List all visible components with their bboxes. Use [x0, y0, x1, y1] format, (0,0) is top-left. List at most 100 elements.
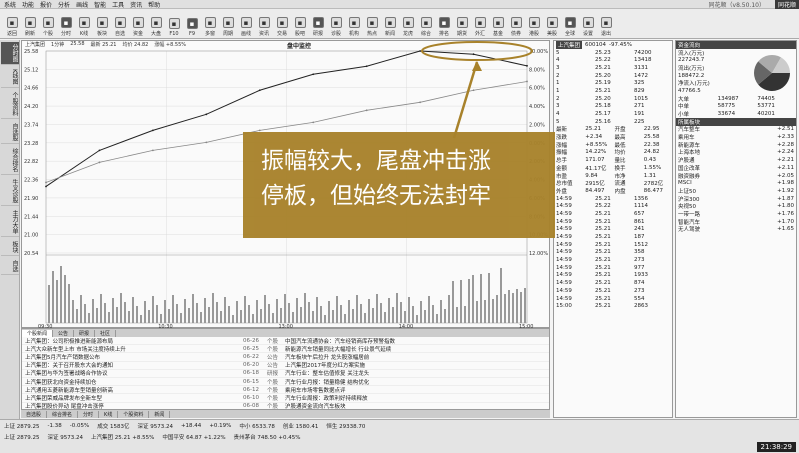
left-tab[interactable]: 主力大单 — [1, 208, 19, 237]
menu-item[interactable]: 帮助 — [148, 0, 160, 9]
toolbar-button[interactable]: ▪ 全球 — [562, 11, 578, 37]
industry-row[interactable]: 沪股通 +2.21 — [676, 156, 796, 164]
industry-row[interactable]: 乘用车 +2.33 — [676, 133, 796, 141]
toolbar-button[interactable]: ▪ 股吧 — [292, 11, 308, 37]
toolbar-button[interactable]: ▪ 期货 — [454, 11, 470, 37]
toolbar-button[interactable]: ▪ 外汇 — [472, 11, 488, 37]
toolbar-button[interactable]: ▪ 刷新 — [22, 11, 38, 37]
menu-item[interactable]: 报价 — [40, 0, 52, 9]
bottom-tab[interactable]: 新闻 — [149, 410, 171, 418]
industry-row[interactable]: 新能源车 +2.28 — [676, 141, 796, 149]
left-tab[interactable]: K线图 — [1, 67, 19, 88]
flow-cell: 33674 — [717, 111, 736, 118]
left-tab[interactable]: 综合排名 — [1, 146, 19, 175]
toolbar-button[interactable]: ▪ 分时 — [58, 11, 74, 37]
industry-row[interactable]: 上海本地 +2.24 — [676, 149, 796, 156]
industry-row[interactable]: 无人驾驶 +1.65 — [676, 226, 796, 233]
news-s: 公告 — [267, 354, 279, 361]
industry-row[interactable]: 沪深300 +1.87 — [676, 195, 796, 203]
toolbar-button[interactable]: ▪ 画线 — [238, 11, 254, 37]
toolbar-label: 个股 — [42, 30, 53, 37]
bottom-tab[interactable]: 分时 — [78, 410, 100, 418]
bottom-tab[interactable]: K线 — [99, 410, 119, 418]
series-point — [258, 129, 261, 132]
menu-bar: 系统 功能 报价 分析 画线 智能 工具 资讯 帮助 同花顺（v8.50.10）… — [0, 0, 799, 9]
tick-row-cell: 241 — [634, 226, 645, 233]
left-tab[interactable]: 分时图 — [1, 42, 19, 65]
toolbar-button[interactable]: ▪ 新闻 — [382, 11, 398, 37]
toolbar-button[interactable]: ▪ 债券 — [508, 11, 524, 37]
industry-row[interactable]: 智能汽车 +1.70 — [676, 218, 796, 226]
status-bar: 上证 2879.25 -1.38 -0.05% 成交 1583亿 深证 9573.24 +… — [0, 419, 799, 453]
toolbar-button[interactable]: ▪ 排名 — [436, 11, 452, 37]
toolbar-button[interactable]: ▪ 热点 — [364, 11, 380, 37]
news-tab[interactable]: 研报 — [74, 329, 96, 337]
left-tab[interactable]: 自选股 — [1, 121, 19, 144]
volume-bar — [164, 300, 166, 323]
news-tab[interactable]: 公告 — [53, 329, 75, 337]
toolbar-button[interactable]: ▪ 多窗 — [202, 11, 218, 37]
stat-row-cell: +2.34 — [585, 134, 603, 141]
bottom-tab[interactable]: 综合排名 — [47, 410, 79, 418]
toolbar-button[interactable]: ▪ 大盘 — [148, 11, 164, 37]
toolbar-button[interactable]: ▪ 交易 — [274, 11, 290, 37]
toolbar-button[interactable]: ▪ 自选 — [112, 11, 128, 37]
industry-row[interactable]: 汽车整车 +2.51 — [676, 126, 796, 133]
menu-item[interactable]: 功能 — [22, 0, 34, 9]
bottom-tab[interactable]: 个股资料 — [118, 410, 150, 418]
left-tab[interactable]: 自选 — [1, 258, 19, 275]
toolbar-button[interactable]: ▪ 港股 — [526, 11, 542, 37]
toolbar-button[interactable]: ▪ 设置 — [580, 11, 596, 37]
menu-item[interactable]: 系统 — [4, 0, 16, 9]
toolbar-button[interactable]: ▪ F10 — [166, 11, 182, 37]
toolbar-button[interactable]: ▪ 个股 — [40, 11, 56, 37]
toolbar-button[interactable]: ▪ 返回 — [4, 11, 20, 37]
toolbar-button[interactable]: ▪ K线 — [76, 11, 92, 37]
industry-row[interactable]: 国企改革 +2.11 — [676, 164, 796, 172]
industry-row[interactable]: 一带一路 +1.76 — [676, 210, 796, 218]
toolbar-button[interactable]: ▪ 资金 — [130, 11, 146, 37]
toolbar-button[interactable]: ▪ 机构 — [346, 11, 362, 37]
toolbar-icon: ▪ — [6, 16, 18, 28]
news-tab[interactable]: 个股新闻 — [22, 329, 54, 337]
bottom-tab[interactable]: 自选股 — [21, 410, 48, 418]
menu-item[interactable]: 分析 — [58, 0, 70, 9]
industry-name: 融资融券 — [678, 173, 701, 180]
news-tab[interactable]: 社区 — [95, 329, 117, 337]
series-point — [98, 149, 101, 152]
volume-bar — [128, 311, 130, 323]
industry-row[interactable]: MSCI +1.98 — [676, 179, 796, 187]
toolbar-button[interactable]: ▪ 研报 — [310, 11, 326, 37]
industry-row[interactable]: 上证50 +1.92 — [676, 187, 796, 195]
toolbar-button[interactable]: ▪ 美股 — [544, 11, 560, 37]
left-tab[interactable]: 板块 — [1, 239, 19, 256]
toolbar-button[interactable]: ▪ 综合 — [418, 11, 434, 37]
industry-row[interactable]: 央视50 +1.80 — [676, 202, 796, 210]
series-point — [45, 181, 47, 184]
toolbar-button[interactable]: ▪ F9 — [184, 11, 200, 37]
volume-bar — [284, 294, 286, 323]
volume-bar — [516, 289, 518, 323]
tick-row: 14:59 25.21 1512 — [554, 241, 672, 249]
menu-item[interactable]: 资讯 — [130, 0, 142, 9]
toolbar-button[interactable]: ▪ 板块 — [94, 11, 110, 37]
toolbar-button[interactable]: ▪ 退出 — [598, 11, 614, 37]
toolbar-button[interactable]: ▪ 诊股 — [328, 11, 344, 37]
volume-bar — [80, 295, 82, 323]
tick-row-cell: 1933 — [634, 272, 648, 279]
industry-row[interactable]: 融资融券 +2.05 — [676, 172, 796, 180]
y-axis-label: 21.44 — [24, 214, 38, 220]
toolbar-button[interactable]: ▪ 基金 — [490, 11, 506, 37]
left-tab[interactable]: 牛叉诊股 — [1, 177, 19, 206]
stock-name: 上汽集团 — [556, 40, 583, 49]
tick-row: 14:59 25.21 657 — [554, 210, 672, 218]
menu-item[interactable]: 工具 — [112, 0, 124, 9]
menu-item[interactable]: 画线 — [76, 0, 88, 9]
volume-bar — [508, 290, 510, 323]
toolbar-button[interactable]: ▪ 周期 — [220, 11, 236, 37]
toolbar-button[interactable]: ▪ 资讯 — [256, 11, 272, 37]
menu-item[interactable]: 智能 — [94, 0, 106, 9]
left-tab[interactable]: 个股资料 — [1, 90, 19, 119]
toolbar-button[interactable]: ▪ 龙虎 — [400, 11, 416, 37]
industry-pct: +1.98 — [777, 180, 794, 187]
